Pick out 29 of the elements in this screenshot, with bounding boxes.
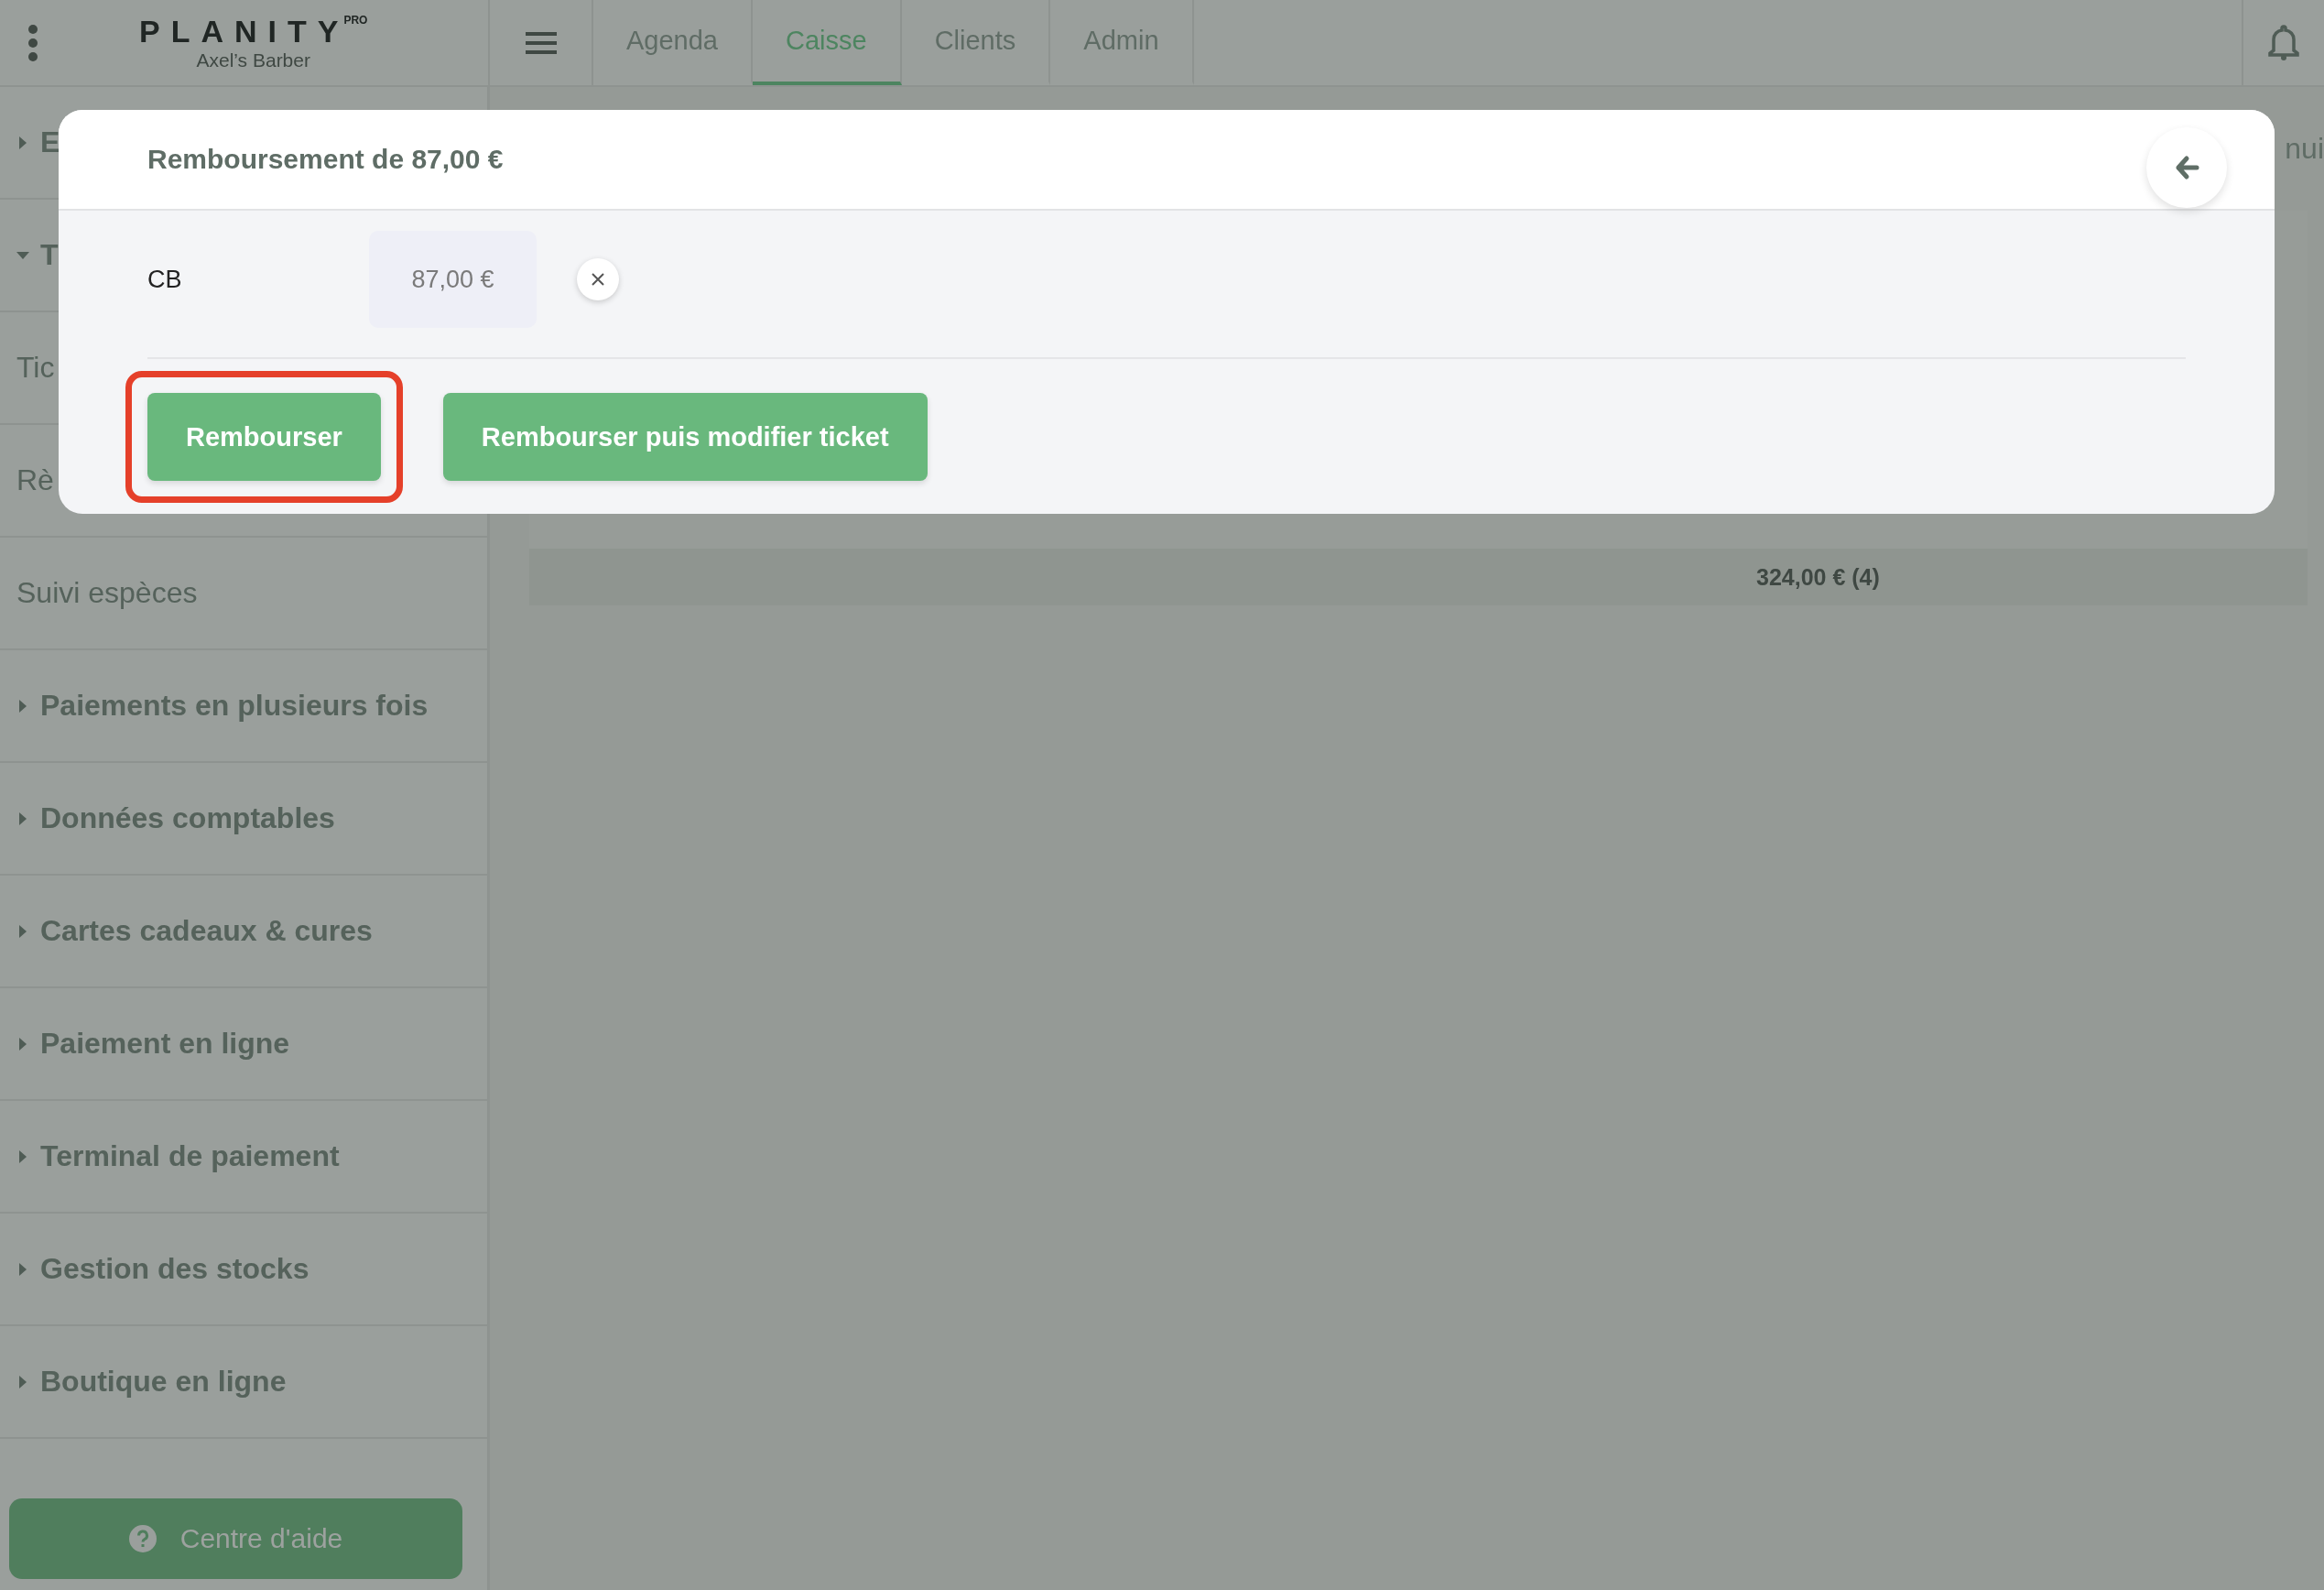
nav-tab[interactable]: Admin xyxy=(1050,0,1194,85)
sidebar-item[interactable]: Gestion des stocks xyxy=(0,1214,487,1326)
help-center-button[interactable]: Centre d'aide xyxy=(9,1498,462,1579)
nav-tab[interactable]: Caisse xyxy=(753,0,902,85)
close-icon xyxy=(592,273,604,286)
back-button[interactable] xyxy=(2146,127,2227,208)
nav-tab[interactable]: Agenda xyxy=(593,0,753,85)
refund-button[interactable]: Rembourser xyxy=(147,393,381,481)
total-amount: 324,00 € (4) xyxy=(1756,563,1880,591)
sidebar-item[interactable]: Suivi espèces xyxy=(0,538,487,650)
payment-method: CB xyxy=(147,265,183,294)
sidebar-item[interactable]: Terminal de paiement xyxy=(0,1101,487,1214)
sidebar-item[interactable]: Cartes cadeaux & cures xyxy=(0,876,487,988)
back-arrow-icon xyxy=(2174,155,2199,180)
amount-field[interactable]: 87,00 € xyxy=(369,231,537,328)
menu-icon[interactable] xyxy=(525,31,557,54)
help-icon xyxy=(128,1525,157,1552)
dialog-title: Remboursement de 87,00 € xyxy=(147,144,504,175)
more-options-icon[interactable] xyxy=(27,24,38,61)
sidebar-item[interactable]: Données comptables xyxy=(0,763,487,876)
sidebar-item[interactable]: Paiements en plusieurs fois xyxy=(0,650,487,763)
notification-bell-icon[interactable] xyxy=(2268,24,2299,61)
sidebar-item[interactable]: Paiement en ligne xyxy=(0,988,487,1101)
salon-name: Axel’s Barber xyxy=(196,49,310,71)
nav-tab[interactable]: Clients xyxy=(901,0,1051,85)
sidebar-item[interactable]: Boutique en ligne xyxy=(0,1326,487,1439)
remove-button[interactable] xyxy=(577,258,619,300)
refund-button[interactable]: Rembourser puis modifier ticket xyxy=(442,393,928,481)
pro-label: PRO xyxy=(343,14,368,27)
